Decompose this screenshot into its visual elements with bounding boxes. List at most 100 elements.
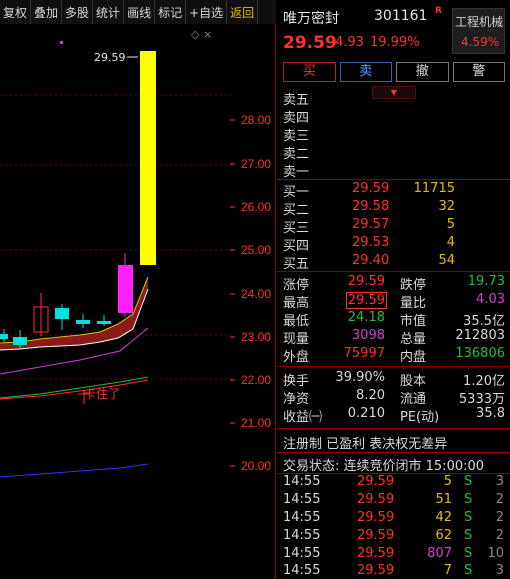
tick-time: 14:55 [283, 563, 321, 578]
order-book-row: 卖三 [277, 125, 510, 144]
toolbar-statistics-button[interactable]: 统计 [93, 0, 125, 24]
turnover-value: 39.90% [335, 370, 385, 385]
diamond-icon[interactable]: ◇ [191, 28, 200, 41]
cancel-order-button[interactable]: 撤 [396, 62, 449, 82]
limit-down-label: 跌停 [400, 278, 427, 293]
peak-price-label: 29.59 [94, 51, 126, 64]
tick-time: 14:55 [283, 546, 321, 561]
book-volume: 11715 [413, 181, 455, 196]
order-book-row: 卖五 [277, 89, 510, 108]
tick-time: 14:55 [283, 474, 321, 489]
quote-row: 外盘 75997 内盘 136806 [277, 346, 510, 365]
candle [13, 337, 27, 345]
divider [277, 428, 510, 429]
stock-header: 唯万密封 301161 R 工程机械 4.59% 29.59 4.93 19.9… [277, 0, 510, 60]
tick-side: S [464, 492, 473, 507]
tick-volume: 5 [443, 474, 452, 489]
y-axis-label: 23.00 [241, 330, 271, 344]
divider [277, 452, 510, 453]
kline-chart-panel[interactable]: 复权 叠加 多股 统计 画线 标记 +自选 返回 ◇ × 28.00 27.00… [0, 0, 276, 579]
book-price: 29.58 [352, 199, 390, 214]
float-shares-label: 流通 [400, 392, 427, 407]
book-label: 买三 [283, 221, 310, 236]
candle [55, 308, 69, 319]
divider [277, 179, 510, 180]
tick-side: S [464, 474, 473, 489]
limit-up-value: 29.59 [347, 274, 385, 289]
toolbar-back-button[interactable]: 返回 [227, 0, 259, 24]
y-axis-label: 20.00 [241, 459, 271, 473]
tick-volume: 7 [443, 563, 452, 578]
tick-row: 14:55 29.59 5 S 3 [277, 474, 510, 492]
share-capital-label: 股本 [400, 374, 427, 389]
net-asset-value: 8.20 [356, 388, 385, 403]
book-volume: 54 [438, 253, 455, 268]
order-book-row[interactable]: 买四 29.53 4 [277, 235, 510, 254]
book-label: 卖四 [283, 111, 310, 126]
order-book-row[interactable]: 买五 29.40 54 [277, 253, 510, 272]
book-price: 29.40 [352, 253, 390, 268]
order-book-row: 卖四 [277, 107, 510, 126]
toolbar-restore-rights-button[interactable]: 复权 [0, 0, 32, 24]
trade-buttons: 买 卖 撤 警 [283, 62, 505, 84]
candle [97, 321, 111, 324]
ma-line-blue [0, 463, 149, 478]
toolbar-draw-line-button[interactable]: 画线 [124, 0, 156, 24]
candles [0, 51, 156, 349]
book-label: 买四 [283, 239, 310, 254]
stock-code: 301161 [374, 8, 428, 24]
y-axis-label: 21.00 [241, 416, 271, 430]
industry-box[interactable]: 工程机械 4.59% [452, 8, 505, 54]
market-cap-value: 35.5亿 [463, 314, 505, 329]
ma-line-green [0, 376, 149, 399]
fundamental-row: 净资 8.20 流通 5333万 [277, 388, 510, 407]
book-volume: 5 [446, 217, 455, 232]
book-label: 买一 [283, 185, 310, 200]
tick-price: 29.59 [357, 492, 395, 507]
price-change: 4.93 [335, 35, 364, 50]
stock-tags: 注册制 已盈利 表决权无差异 [283, 437, 448, 452]
order-book-row[interactable]: 买一 29.59 11715 [277, 181, 510, 200]
order-book-row[interactable]: 买三 29.57 5 [277, 217, 510, 236]
y-axis-label: 22.00 [241, 373, 271, 387]
tick-price: 29.59 [357, 563, 395, 578]
low-label: 最低 [283, 314, 310, 329]
chart-toolbar: 复权 叠加 多股 统计 画线 标记 +自选 返回 [0, 0, 276, 24]
toolbar-multi-stock-button[interactable]: 多股 [62, 0, 94, 24]
book-label: 卖三 [283, 129, 310, 144]
divider [277, 271, 510, 272]
tick-price: 29.59 [357, 510, 395, 525]
y-axis-label: 28.00 [241, 113, 271, 127]
tick-time: 14:55 [283, 528, 321, 543]
tick-row: 14:55 29.59 807 S 10 [277, 546, 510, 564]
tick-count: 2 [495, 510, 504, 525]
stock-name: 唯万密封 [283, 11, 339, 27]
book-price: 29.53 [352, 235, 390, 250]
sell-button[interactable]: 卖 [339, 62, 392, 82]
quote-row: 现量 3098 总量 212803 [277, 328, 510, 347]
pe-value: 35.8 [476, 406, 505, 421]
tick-count: 2 [495, 492, 504, 507]
tick-count: 2 [495, 528, 504, 543]
buy-button[interactable]: 买 [283, 62, 336, 82]
kline-svg[interactable]: ◇ × 28.00 27.00 26.00 25.00 24.00 23.00 … [0, 24, 276, 579]
close-icon[interactable]: × [203, 28, 212, 41]
book-label: 买五 [283, 257, 310, 272]
tick-side: S [464, 510, 473, 525]
order-book-row: 卖一 [277, 161, 510, 180]
book-label: 卖五 [283, 93, 310, 108]
tick-count: 3 [495, 563, 504, 578]
outer-volume-label: 外盘 [283, 350, 310, 365]
toolbar-overlay-button[interactable]: 叠加 [31, 0, 63, 24]
divider [277, 366, 510, 367]
registration-mark: R [435, 6, 442, 16]
tick-price: 29.59 [357, 474, 395, 489]
inner-volume-value: 136806 [455, 346, 505, 361]
toolbar-add-watchlist-button[interactable]: +自选 [186, 0, 228, 24]
marker-dot [60, 41, 63, 44]
market-cap-label: 市值 [400, 314, 427, 329]
alert-button[interactable]: 警 [452, 62, 505, 82]
toolbar-mark-button[interactable]: 标记 [155, 0, 187, 24]
current-price: 29.59 [283, 33, 337, 53]
order-book-row[interactable]: 买二 29.58 32 [277, 199, 510, 218]
